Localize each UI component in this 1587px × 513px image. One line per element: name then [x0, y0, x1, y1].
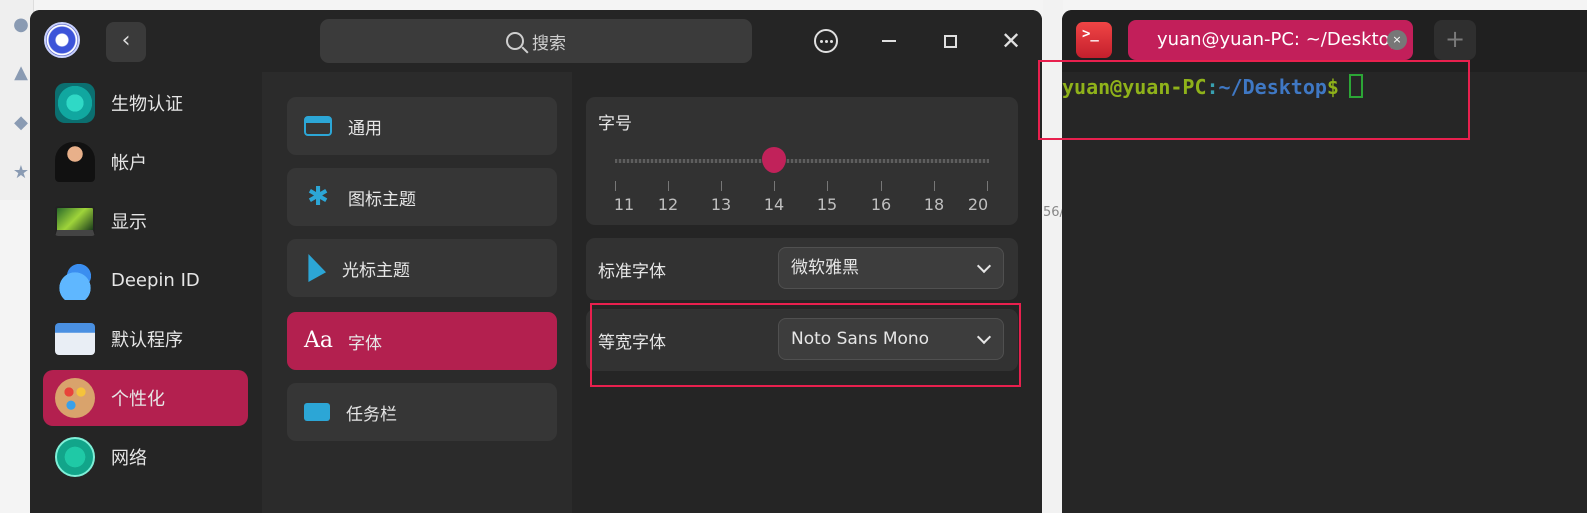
background-partial-text: 56/ — [1043, 205, 1064, 220]
chevron-down-icon — [976, 258, 992, 274]
more-icon — [814, 29, 838, 53]
search-input[interactable]: 搜索 — [320, 19, 752, 63]
slider-tick — [615, 181, 616, 191]
nav-label: 显示 — [111, 212, 147, 233]
search-placeholder: 搜索 — [532, 33, 566, 54]
minimize-icon — [882, 40, 896, 42]
minimize-button[interactable] — [874, 26, 904, 56]
network-icon — [55, 437, 95, 477]
slider-tick-label: 12 — [657, 195, 679, 214]
close-button[interactable]: ✕ — [996, 26, 1026, 56]
nav-label: 帐户 — [111, 153, 147, 174]
fingerprint-icon — [55, 83, 95, 123]
share-icon: ◆ — [14, 112, 28, 133]
font-size-title: 字号 — [598, 114, 632, 134]
back-button[interactable]: ‹ — [106, 22, 146, 62]
tab-close-icon[interactable]: × — [1387, 30, 1407, 50]
slider-tick-label: 11 — [613, 195, 635, 214]
font-settings-panel: 字号 11 12 13 14 15 16 18 20 标准字体 微软雅黑 等宽字… — [572, 72, 1042, 513]
nav-label: Deepin ID — [111, 269, 200, 291]
slider-tick-label: 18 — [923, 195, 945, 214]
maximize-button[interactable] — [935, 26, 965, 56]
more-options-button[interactable] — [811, 26, 841, 56]
standard-font-select[interactable]: 微软雅黑 — [778, 247, 1004, 289]
default-apps-icon — [55, 323, 95, 355]
nav-item-personalization[interactable]: 个性化 — [43, 370, 248, 426]
titlebar: ‹ 搜索 ✕ — [30, 10, 1042, 72]
add-tab-button[interactable]: + — [1434, 20, 1476, 60]
subnav-label: 光标主题 — [342, 260, 410, 281]
control-center-window: ‹ 搜索 ✕ 生物认证 帐户 显示 Deepin ID 默认程序 个性化 网络 … — [30, 10, 1042, 513]
nav-label: 生物认证 — [111, 94, 183, 115]
slider-tick — [987, 181, 988, 191]
account-avatar-icon — [55, 142, 95, 182]
settings-nav: 生物认证 帐户 显示 Deepin ID 默认程序 个性化 网络 — [30, 72, 262, 513]
subnav-label: 图标主题 — [348, 189, 416, 210]
slider-tick-label: 13 — [710, 195, 732, 214]
font-size-card: 字号 11 12 13 14 15 16 18 20 — [586, 97, 1018, 225]
slider-tick — [668, 181, 669, 191]
star-icon: ★ — [12, 162, 30, 183]
personalization-subnav: 通用 ✱ 图标主题 光标主题 Aa 字体 任务栏 — [262, 72, 572, 513]
snowflake-icon: ✱ — [307, 182, 329, 212]
subnav-item-cursor-theme[interactable]: 光标主题 — [287, 239, 557, 297]
subnav-label: 通用 — [348, 118, 382, 139]
subnav-item-general[interactable]: 通用 — [287, 97, 557, 155]
slider-tick — [827, 181, 828, 191]
cursor-icon — [308, 254, 326, 282]
slider-tick — [721, 181, 722, 191]
nav-item-display[interactable]: 显示 — [43, 193, 248, 249]
slider-tick — [774, 181, 775, 191]
subnav-label: 任务栏 — [346, 404, 397, 425]
terminal-logo-icon: >_ — [1076, 22, 1112, 58]
control-center-logo-icon — [44, 22, 80, 58]
thumbs-up-icon: ▲ — [14, 62, 28, 83]
slider-tick — [881, 181, 882, 191]
subnav-label: 字体 — [348, 333, 382, 354]
nav-label: 网络 — [111, 448, 147, 469]
standard-font-label: 标准字体 — [598, 262, 666, 282]
nav-label: 默认程序 — [111, 330, 183, 351]
font-icon: Aa — [304, 328, 334, 353]
nav-item-accounts[interactable]: 帐户 — [43, 134, 248, 190]
subnav-item-taskbar[interactable]: 任务栏 — [287, 383, 557, 441]
cloud-icon — [55, 260, 95, 300]
slider-tick-label: 16 — [870, 195, 892, 214]
display-icon — [55, 206, 95, 236]
close-icon: ✕ — [1000, 27, 1022, 55]
slider-tick-label: 14 — [763, 195, 785, 214]
taskbar-icon — [304, 403, 330, 421]
terminal-tab[interactable]: yuan@yuan-PC: ~/Desktop × — [1128, 20, 1413, 60]
slider-tick — [934, 181, 935, 191]
font-size-slider-handle[interactable] — [762, 147, 786, 173]
background-sidebar: ● ▲ ◆ ★ — [0, 0, 34, 200]
palette-icon — [55, 378, 95, 418]
search-icon — [506, 32, 524, 50]
subnav-item-font[interactable]: Aa 字体 — [287, 312, 557, 370]
nav-label: 个性化 — [111, 389, 165, 410]
nav-item-network[interactable]: 网络 — [43, 429, 248, 485]
terminal-tab-title: yuan@yuan-PC: ~/Desktop — [1157, 29, 1402, 50]
nav-item-biometric[interactable]: 生物认证 — [43, 75, 248, 131]
standard-font-row: 标准字体 微软雅黑 — [586, 238, 1018, 300]
maximize-icon — [943, 35, 957, 48]
chat-icon: ● — [13, 14, 29, 35]
slider-tick-label: 15 — [816, 195, 838, 214]
nav-item-default-apps[interactable]: 默认程序 — [43, 311, 248, 367]
window-icon — [304, 116, 332, 136]
highlight-box — [1038, 60, 1470, 140]
font-size-slider[interactable] — [615, 159, 989, 163]
slider-tick-label: 20 — [967, 195, 989, 214]
subnav-item-icon-theme[interactable]: ✱ 图标主题 — [287, 168, 557, 226]
standard-font-value: 微软雅黑 — [791, 258, 859, 278]
highlight-box — [590, 303, 1021, 387]
nav-item-deepin-id[interactable]: Deepin ID — [43, 252, 248, 308]
